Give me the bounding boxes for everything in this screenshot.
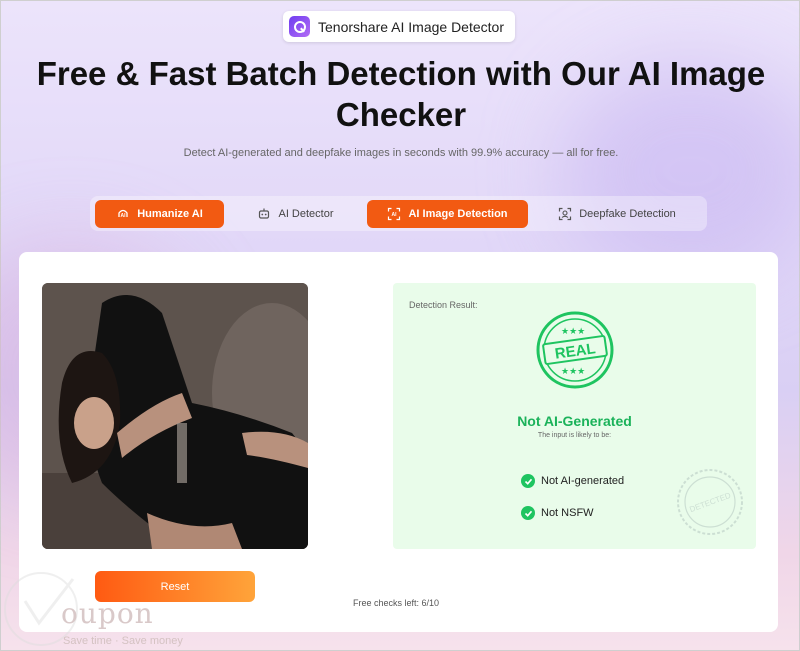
tab-label: Deepfake Detection [579, 208, 676, 220]
tab-ai-image-detection[interactable]: AI AI Image Detection [367, 200, 528, 228]
page-subtitle: Detect AI-generated and deepfake images … [183, 147, 619, 159]
watermark-text: oupon [61, 597, 154, 630]
svg-text:AI: AI [121, 213, 127, 219]
tenorshare-logo-icon [289, 16, 310, 37]
tab-label: AI Image Detection [408, 208, 508, 220]
ai-scan-icon: AI [387, 207, 401, 221]
tab-ai-detector[interactable]: AI Detector [228, 200, 363, 228]
check-item: Not AI-generated [521, 474, 624, 488]
face-scan-icon [558, 207, 572, 221]
watermark-tagline: Save time · Save money [63, 635, 183, 647]
check-label: Not NSFW [541, 507, 594, 519]
ai-humanize-icon: AI [116, 207, 130, 221]
uploaded-image [42, 283, 308, 549]
brand-name: Tenorshare AI Image Detector [318, 18, 504, 35]
tab-humanize-ai[interactable]: AI Humanize AI [95, 200, 224, 228]
tab-deepfake-detection[interactable]: Deepfake Detection [532, 200, 702, 228]
check-icon [521, 506, 535, 520]
check-label: Not AI-generated [541, 475, 625, 487]
svg-text:AI: AI [392, 212, 398, 218]
check-item: Not NSFW [521, 506, 594, 520]
verdict-text: Not AI-Generated [517, 413, 632, 429]
check-icon [521, 474, 535, 488]
svg-text:★★★: ★★★ [561, 367, 585, 377]
tab-label: Humanize AI [137, 208, 203, 220]
robot-icon [257, 207, 271, 221]
detected-seal-icon: DETECTED [677, 469, 743, 535]
page-title: Free & Fast Batch Detection with Our AI … [36, 55, 766, 133]
tool-tabs: AI Humanize AI AI Detector AI AI Image D… [90, 196, 707, 231]
real-stamp-icon: ★★★ ★★★ REAL [536, 311, 614, 389]
free-checks-counter: Free checks left: 6/10 [353, 598, 440, 608]
tab-label: AI Detector [278, 208, 334, 220]
verdict-subtext: The input is likely to be: [537, 432, 612, 439]
brand-badge[interactable]: Tenorshare AI Image Detector [283, 11, 515, 42]
detection-result-panel: Detection Result: ★★★ ★★★ REAL Not AI-Ge… [393, 283, 756, 549]
detection-result-label: Detection Result: [409, 300, 478, 310]
svg-text:★★★: ★★★ [561, 327, 585, 337]
seal-text: DETECTED [688, 491, 732, 514]
